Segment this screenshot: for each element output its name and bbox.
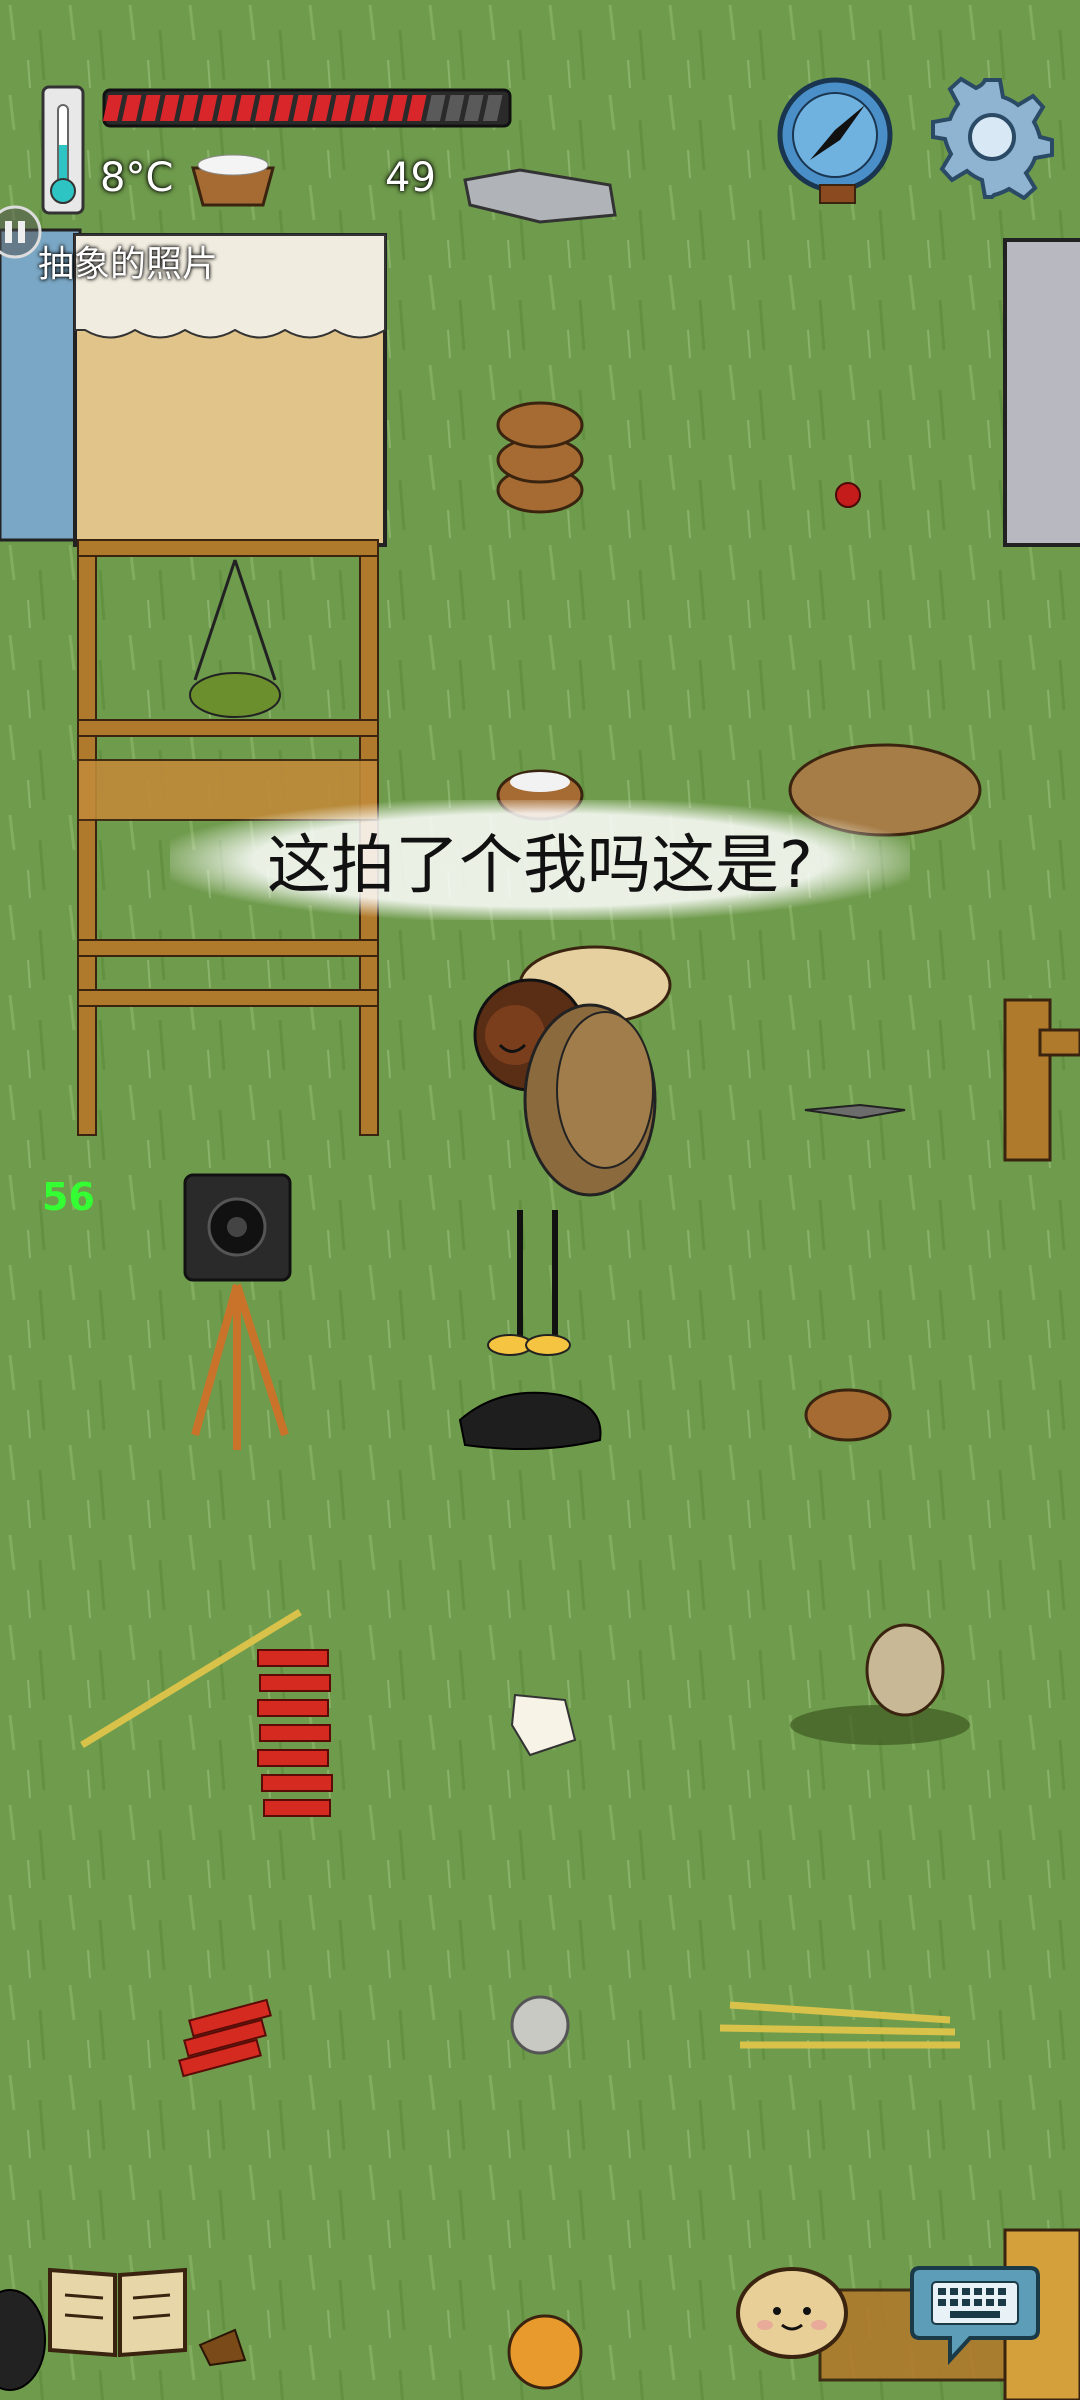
face-icon[interactable] [735, 2265, 850, 2360]
green-counter: 56 [42, 1175, 95, 1219]
pause-icon[interactable] [0, 205, 43, 260]
red-berry[interactable] [835, 482, 861, 508]
yarn-ball[interactable] [510, 1995, 570, 2055]
speech-text: 这拍了个我吗这是? [267, 829, 813, 903]
stone-wall[interactable] [1003, 238, 1080, 547]
held-item-label: 抽象的照片 [38, 244, 219, 285]
speech-bubble: 这拍了个我吗这是? [170, 800, 910, 920]
compass-icon[interactable] [775, 75, 895, 210]
basket-stack[interactable] [496, 401, 584, 514]
keyboard-icon[interactable] [910, 2260, 1040, 2366]
temperature-label: 8°C [100, 155, 174, 201]
food-basket-icon[interactable] [188, 150, 278, 210]
round-item[interactable] [507, 2314, 583, 2390]
game-world[interactable] [0, 0, 1080, 2400]
firecracker-string[interactable] [257, 1649, 333, 1817]
health-bar [102, 88, 512, 128]
book-icon[interactable] [45, 2260, 190, 2360]
gear-icon[interactable] [930, 75, 1055, 201]
resource-count: 49 [385, 155, 436, 201]
thermometer-icon[interactable] [38, 85, 88, 215]
empty-basket[interactable] [804, 1388, 892, 1442]
